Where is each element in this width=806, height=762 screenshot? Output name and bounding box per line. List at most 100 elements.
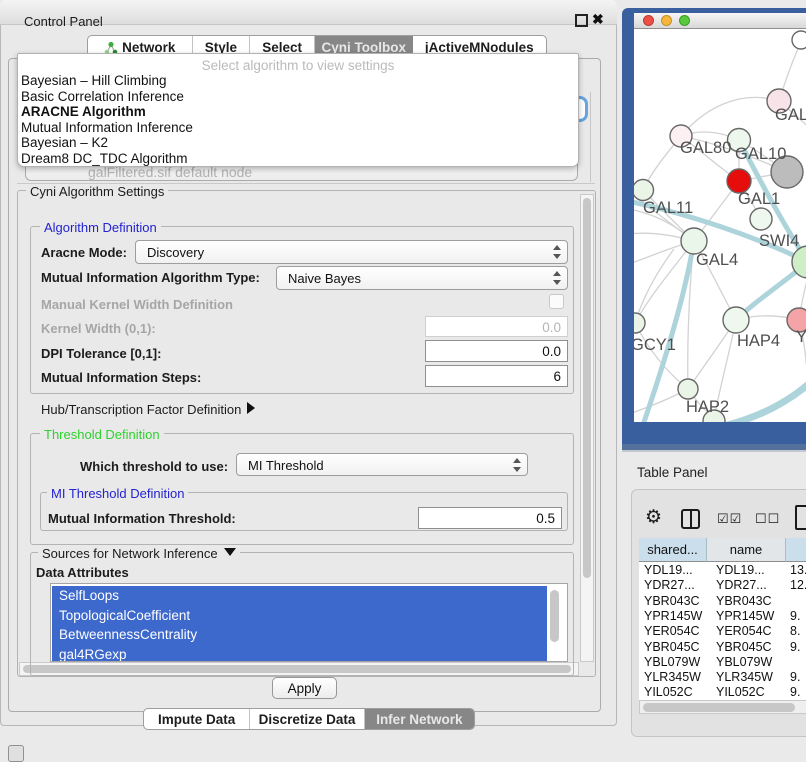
cell: 9. bbox=[790, 670, 800, 684]
attribute-item[interactable]: TopologicalCoefficient bbox=[52, 606, 547, 626]
table-panel-title: Table Panel bbox=[637, 465, 708, 480]
sources-group-title[interactable]: Sources for Network Inference bbox=[38, 546, 240, 561]
attributes-list-scrollbar[interactable] bbox=[550, 590, 559, 642]
mi-steps-field[interactable]: 6 bbox=[425, 365, 568, 387]
hub-definition-label: Hub/Transcription Factor Definition bbox=[41, 402, 241, 417]
apply-button[interactable]: Apply bbox=[272, 677, 337, 699]
kernel-width-value: 0.0 bbox=[542, 320, 561, 335]
mit-label: Mutual Information Threshold: bbox=[48, 511, 236, 526]
manual-kernel-label: Manual Kernel Width Definition bbox=[41, 297, 233, 312]
cell: YDL19... bbox=[644, 563, 693, 577]
dpi-tolerance-label: DPI Tolerance [0,1]: bbox=[41, 346, 161, 361]
mi-type-value: Naive Bayes bbox=[288, 271, 361, 286]
cell: YER054C bbox=[716, 624, 772, 638]
aracne-mode-value: Discovery bbox=[147, 245, 204, 260]
tab-discretize-data[interactable]: Discretize Data bbox=[250, 709, 364, 729]
cell: YDL19... bbox=[716, 563, 765, 577]
network-node-swi4[interactable] bbox=[750, 208, 772, 230]
float-window-button[interactable] bbox=[575, 14, 588, 27]
node-label: HAP2 bbox=[686, 398, 729, 416]
mi-type-combo[interactable]: Naive Bayes bbox=[276, 266, 568, 290]
aracne-mode-combo[interactable]: Discovery bbox=[135, 240, 568, 264]
hub-definition-toggle[interactable]: Hub/Transcription Factor Definition bbox=[41, 402, 255, 417]
network-window-frame-edge bbox=[622, 450, 806, 452]
algorithm-dropdown-popup: Select algorithm to view settings Bayesi… bbox=[17, 53, 579, 167]
algorithm-option[interactable]: ARACNE Algorithm bbox=[18, 104, 578, 120]
hidden-group-border bbox=[590, 92, 591, 182]
algorithm-option[interactable]: Bayesian – Hill Climbing bbox=[18, 73, 578, 89]
attribute-item[interactable]: gal4RGexp bbox=[52, 645, 547, 663]
network-node-hap2[interactable] bbox=[678, 379, 698, 399]
collapse-arrow-icon bbox=[224, 548, 236, 556]
dpi-tolerance-field[interactable]: 0.0 bbox=[425, 340, 568, 362]
cyni-algorithm-settings-title: Cyni Algorithm Settings bbox=[26, 184, 168, 199]
close-window-icon[interactable] bbox=[643, 15, 654, 26]
algorithm-option[interactable]: Dream8 DC_TDC Algorithm bbox=[18, 151, 578, 167]
cell: 9. bbox=[790, 609, 800, 623]
close-panel-button[interactable]: ✖ bbox=[592, 11, 604, 28]
gear-icon[interactable]: ⚙ bbox=[645, 506, 662, 529]
node-label: GAL2 bbox=[775, 106, 806, 124]
control-panel-title: Control Panel bbox=[24, 14, 103, 29]
deselect-all-columns-icon[interactable]: ☐☐ bbox=[755, 511, 780, 527]
cell: YDR27... bbox=[716, 578, 767, 592]
mi-type-label: Mutual Information Algorithm Type: bbox=[41, 270, 260, 285]
tab-impute-data[interactable]: Impute Data bbox=[144, 709, 250, 729]
network-node[interactable] bbox=[792, 31, 806, 49]
mit-field[interactable]: 0.5 bbox=[418, 507, 562, 529]
cell: 8. bbox=[790, 624, 800, 638]
kernel-width-field[interactable]: 0.0 bbox=[425, 316, 568, 337]
cell: YBR045C bbox=[644, 640, 700, 654]
screenshot-root: Control Panel ✖ NetworkStyleSelectCyni T… bbox=[0, 0, 806, 762]
node-label: GAL4 bbox=[696, 251, 738, 269]
algorithm-option[interactable]: Basic Correlation Inference bbox=[18, 89, 578, 105]
which-threshold-value: MI Threshold bbox=[248, 458, 324, 473]
attribute-item[interactable]: SelfLoops bbox=[52, 586, 547, 606]
combo-spinner-icon bbox=[512, 457, 521, 473]
select-all-columns-icon[interactable]: ☑☑ bbox=[717, 511, 742, 527]
cell: 9. bbox=[790, 685, 800, 699]
network-window-titlebar bbox=[634, 13, 806, 29]
network-edge[interactable] bbox=[681, 97, 779, 136]
cell: YBR045C bbox=[716, 640, 772, 654]
network-node-gcy1[interactable] bbox=[634, 313, 645, 333]
data-attributes-label: Data Attributes bbox=[36, 565, 129, 580]
network-canvas[interactable]: GAL2GAL80GAL10GAL1GAL11GAL4SWI4GCY1HAP4Y… bbox=[634, 29, 806, 422]
cell: YBL079W bbox=[716, 655, 772, 669]
dock-panel-button[interactable] bbox=[8, 745, 24, 762]
network-node-gal11[interactable] bbox=[634, 180, 654, 201]
node-table[interactable]: shared...nameA YDL19... YDL19... 13. YDR27..… bbox=[639, 538, 806, 700]
algorithm-option[interactable]: Bayesian – K2 bbox=[18, 135, 578, 151]
attribute-item[interactable]: BetweennessCentrality bbox=[52, 625, 547, 645]
zoom-window-icon[interactable] bbox=[679, 15, 690, 26]
table-horizontal-scrollbar[interactable] bbox=[639, 700, 806, 714]
data-attributes-list[interactable]: SelfLoopsTopologicalCoefficientBetweenne… bbox=[50, 583, 568, 662]
network-edge-highlighted[interactable] bbox=[724, 381, 806, 422]
tab-infer-network[interactable]: Infer Network bbox=[365, 709, 474, 729]
column-header-3[interactable]: A bbox=[786, 538, 806, 562]
mi-steps-label: Mutual Information Steps: bbox=[41, 370, 201, 385]
network-node-hap4[interactable] bbox=[723, 307, 749, 333]
export-table-icon[interactable] bbox=[795, 505, 806, 530]
minimize-window-icon[interactable] bbox=[661, 15, 672, 26]
aracne-mode-label: Aracne Mode: bbox=[41, 245, 127, 260]
manual-kernel-checkbox[interactable] bbox=[549, 294, 564, 309]
node-label: SWI4 bbox=[759, 232, 799, 250]
cell: 13. bbox=[790, 563, 806, 577]
which-threshold-combo[interactable]: MI Threshold bbox=[236, 453, 528, 476]
which-threshold-label: Which threshold to use: bbox=[80, 459, 228, 474]
threshold-definition-title: Threshold Definition bbox=[40, 427, 164, 442]
algorithm-option[interactable]: Mutual Information Inference bbox=[18, 120, 578, 136]
column-header-2[interactable]: name bbox=[707, 538, 786, 562]
dpi-tolerance-value: 0.0 bbox=[542, 344, 561, 359]
mi-steps-value: 6 bbox=[553, 369, 561, 384]
network-edge[interactable] bbox=[635, 323, 688, 389]
kernel-width-label: Kernel Width (0,1): bbox=[41, 321, 156, 336]
settings-vertical-scrollbar[interactable] bbox=[580, 194, 594, 662]
node-label: GAL11 bbox=[643, 199, 693, 217]
node-label: GAL1 bbox=[738, 190, 780, 208]
mit-value: 0.5 bbox=[536, 511, 555, 526]
combo-spinner-icon bbox=[552, 244, 561, 260]
column-header-1[interactable]: shared... bbox=[639, 538, 707, 562]
columns-icon[interactable] bbox=[681, 509, 700, 529]
